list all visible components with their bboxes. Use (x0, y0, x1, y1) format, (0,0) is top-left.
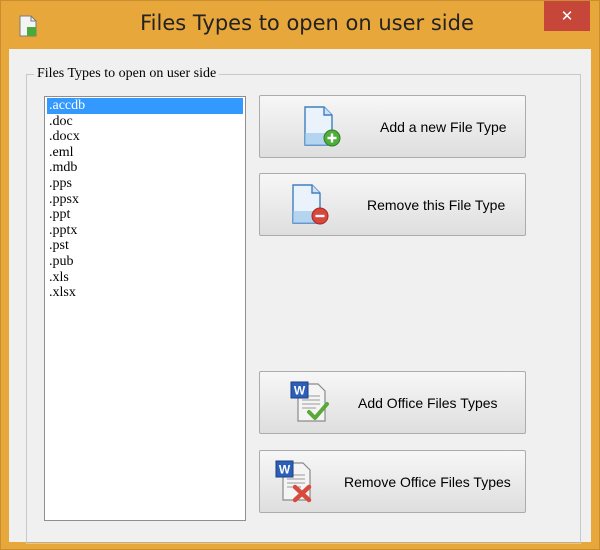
window-title: Files Types to open on user side (140, 11, 474, 35)
file-types-list[interactable]: .accdb .doc .docx .eml .mdb .pps .ppsx .ppt .ppt… (44, 96, 246, 521)
add-file-type-button[interactable]: Add a new File Type (259, 95, 526, 158)
dialog-client-area: Files Types to open on user side .accdb.… (9, 49, 591, 544)
remove-office-types-label: Remove Office Files Types (344, 474, 511, 490)
file-remove-icon (292, 184, 329, 225)
dialog-window: Files Types to open on user side ✕ Files… (0, 0, 600, 550)
list-item[interactable]: .accdb (47, 98, 243, 114)
add-office-types-button[interactable]: W Add Office Files Types (259, 371, 526, 434)
list-item[interactable]: .pptx (47, 223, 243, 239)
list-item[interactable]: .docx (47, 129, 243, 145)
list-item[interactable]: .pps (47, 176, 243, 192)
svg-text:W: W (279, 463, 291, 477)
list-item[interactable]: .eml (47, 145, 243, 161)
remove-file-type-label: Remove this File Type (367, 197, 506, 213)
list-item[interactable]: .ppt (47, 207, 243, 223)
remove-office-types-button[interactable]: W Remove Office Files Types (259, 450, 526, 513)
group-label: Files Types to open on user side (34, 66, 220, 82)
add-office-types-label: Add Office Files Types (358, 395, 498, 411)
file-add-icon (304, 106, 341, 147)
close-button[interactable]: ✕ (544, 1, 590, 31)
list-item[interactable]: .xls (47, 270, 243, 286)
title-bar[interactable]: Files Types to open on user side ✕ (1, 1, 599, 49)
list-item[interactable]: .mdb (47, 160, 243, 176)
list-item[interactable]: .ppsx (47, 192, 243, 208)
list-item[interactable]: .pst (47, 238, 243, 254)
remove-file-type-button[interactable]: Remove this File Type (259, 173, 526, 236)
list-item[interactable]: .xlsx (47, 285, 243, 301)
list-item[interactable]: .pub (47, 254, 243, 270)
list-item[interactable]: .doc (47, 114, 243, 130)
add-file-type-label: Add a new File Type (380, 119, 507, 135)
close-icon: ✕ (560, 7, 574, 25)
word-document-delete-icon: W (275, 460, 312, 503)
word-document-check-icon: W (290, 381, 329, 422)
svg-text:W: W (294, 384, 306, 398)
